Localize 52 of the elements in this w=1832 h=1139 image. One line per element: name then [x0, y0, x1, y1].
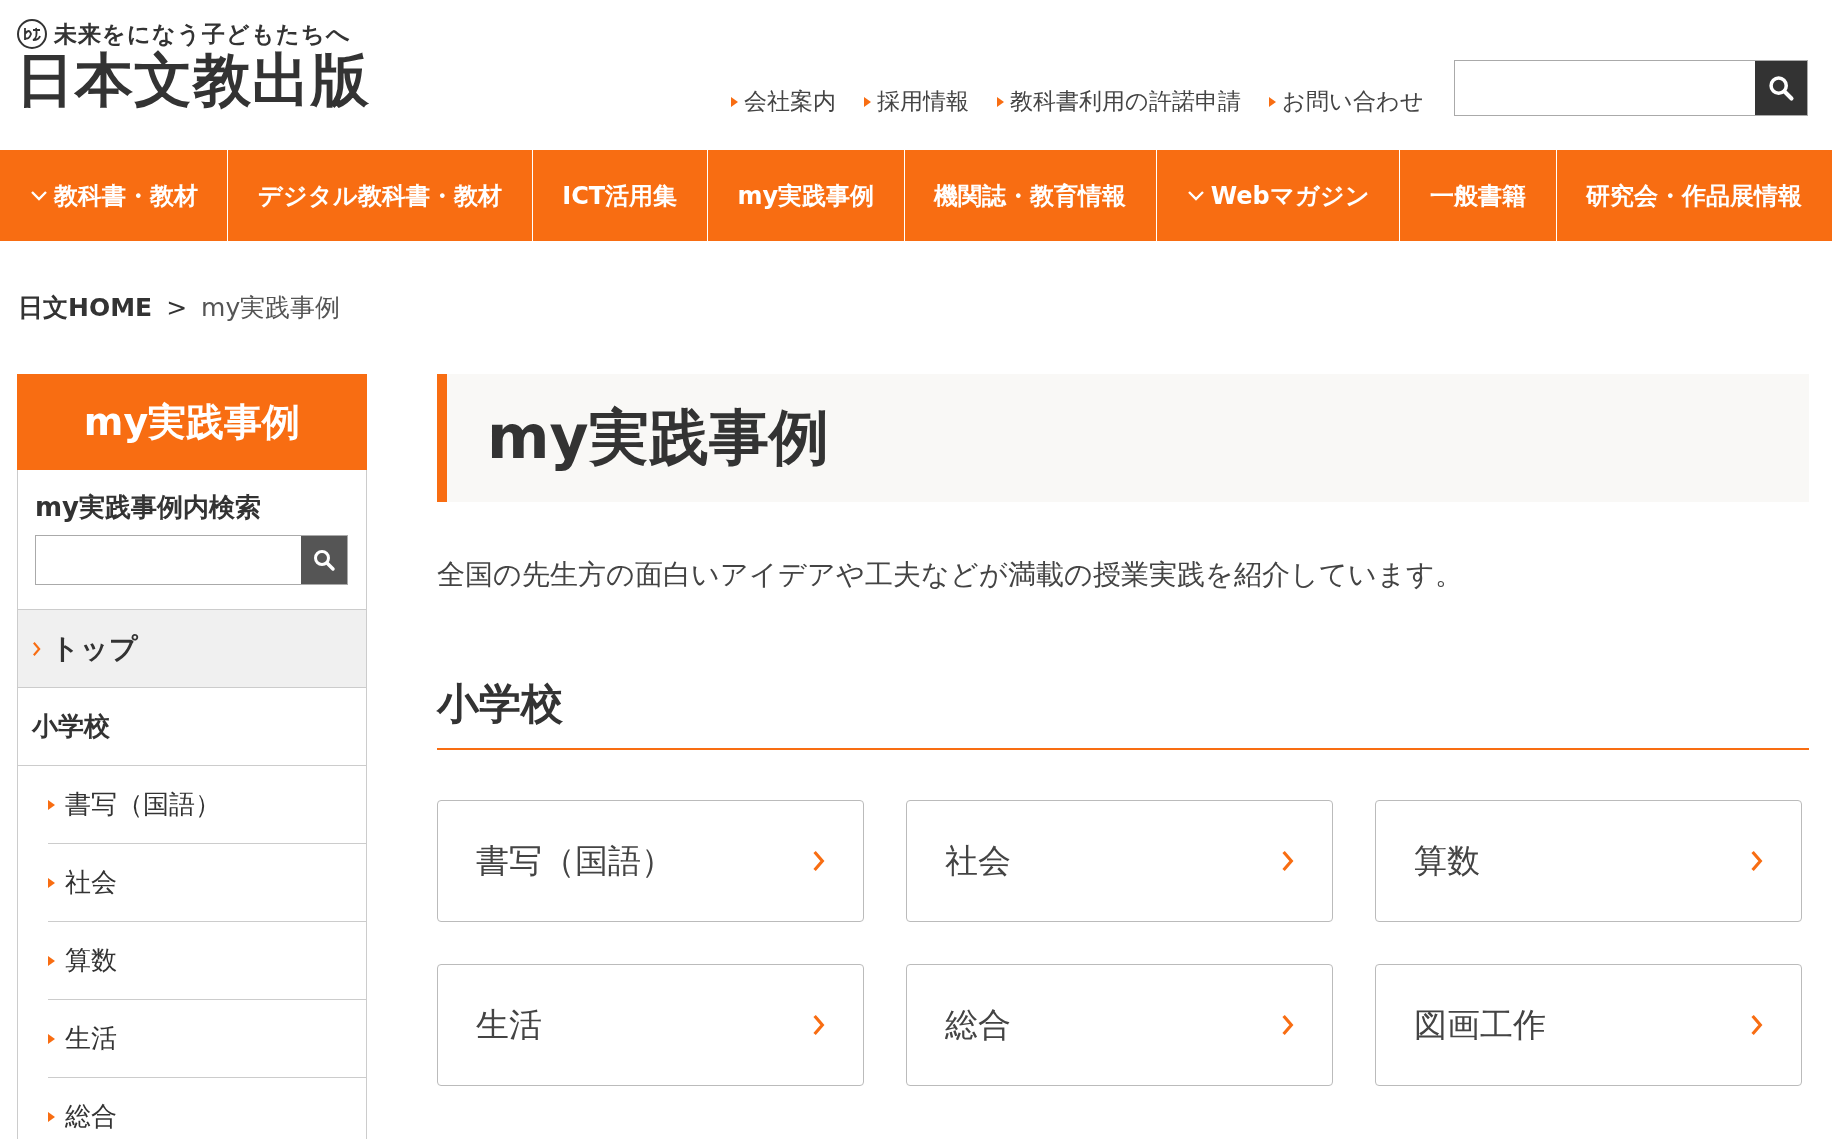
subject-card[interactable]: 社会: [906, 800, 1333, 922]
search-icon: [312, 548, 336, 572]
subject-card[interactable]: 算数: [1375, 800, 1802, 922]
triangle-marker-icon: [48, 877, 55, 888]
triangle-marker-icon: [48, 1033, 55, 1044]
triangle-marker-icon: [864, 96, 871, 107]
search-field[interactable]: [1454, 59, 1808, 116]
subject-card[interactable]: 図画工作: [1375, 964, 1802, 1086]
triangle-marker-icon: [997, 96, 1004, 107]
sidebar-item[interactable]: 社会: [48, 844, 366, 922]
logo-mark-icon: [16, 18, 48, 50]
search-button[interactable]: [1755, 60, 1807, 115]
triangle-marker-icon: [48, 1111, 55, 1122]
sidebar-item[interactable]: 生活: [48, 1000, 366, 1078]
breadcrumb-current: my実践事例: [201, 292, 341, 324]
chevron-right-icon: [1750, 849, 1763, 873]
sidebar-search-label: my実践事例内検索: [35, 491, 263, 524]
tagline: 未来をになう子どもたちへ: [54, 19, 351, 49]
sidebar-item[interactable]: 算数: [48, 922, 366, 1000]
section-heading: 小学校: [437, 676, 1809, 750]
chevron-right-icon: [812, 1013, 825, 1037]
chevron-right-icon: [1750, 1013, 1763, 1037]
header-link[interactable]: 会社案内: [731, 86, 836, 117]
chevron-right-icon: [1281, 849, 1294, 873]
chevron-down-icon: [1186, 190, 1205, 201]
chevron-down-icon: [29, 190, 48, 201]
chevron-right-icon: [812, 849, 825, 873]
subject-card[interactable]: 総合: [906, 964, 1333, 1086]
triangle-marker-icon: [48, 799, 55, 810]
subject-card[interactable]: 生活: [437, 964, 864, 1086]
chevron-right-icon: [1281, 1013, 1294, 1037]
page-title: my実践事例: [437, 374, 1809, 502]
search-button[interactable]: [301, 536, 347, 584]
triangle-marker-icon: [731, 96, 738, 107]
header-link[interactable]: 教科書利用の許諾申請: [997, 86, 1241, 117]
subject-card[interactable]: 書写（国語）: [437, 800, 864, 922]
triangle-marker-icon: [1269, 96, 1276, 107]
page-description: 全国の先生方の面白いアイデアや工夫などが満載の授業実践を紹介しています。: [437, 557, 1464, 593]
sidebar-item[interactable]: トップ: [18, 610, 366, 688]
triangle-marker-icon: [48, 955, 55, 966]
header-link[interactable]: お問い合わせ: [1269, 86, 1424, 117]
sidebar-search-field[interactable]: [35, 535, 348, 585]
chevron-right-icon: [32, 640, 41, 657]
sidebar-item[interactable]: 書写（国語）: [48, 766, 366, 844]
sidebar-title: my実践事例: [17, 374, 367, 470]
sidebar-item[interactable]: 総合: [48, 1078, 366, 1139]
search-icon: [1767, 73, 1795, 102]
breadcrumb-link[interactable]: 日文HOME: [18, 291, 153, 324]
logo-text[interactable]: 日本文教出版: [16, 50, 370, 111]
breadcrumb-separator: >: [166, 293, 188, 322]
header-link[interactable]: 採用情報: [864, 86, 969, 117]
sidebar-item[interactable]: 小学校: [18, 688, 366, 766]
